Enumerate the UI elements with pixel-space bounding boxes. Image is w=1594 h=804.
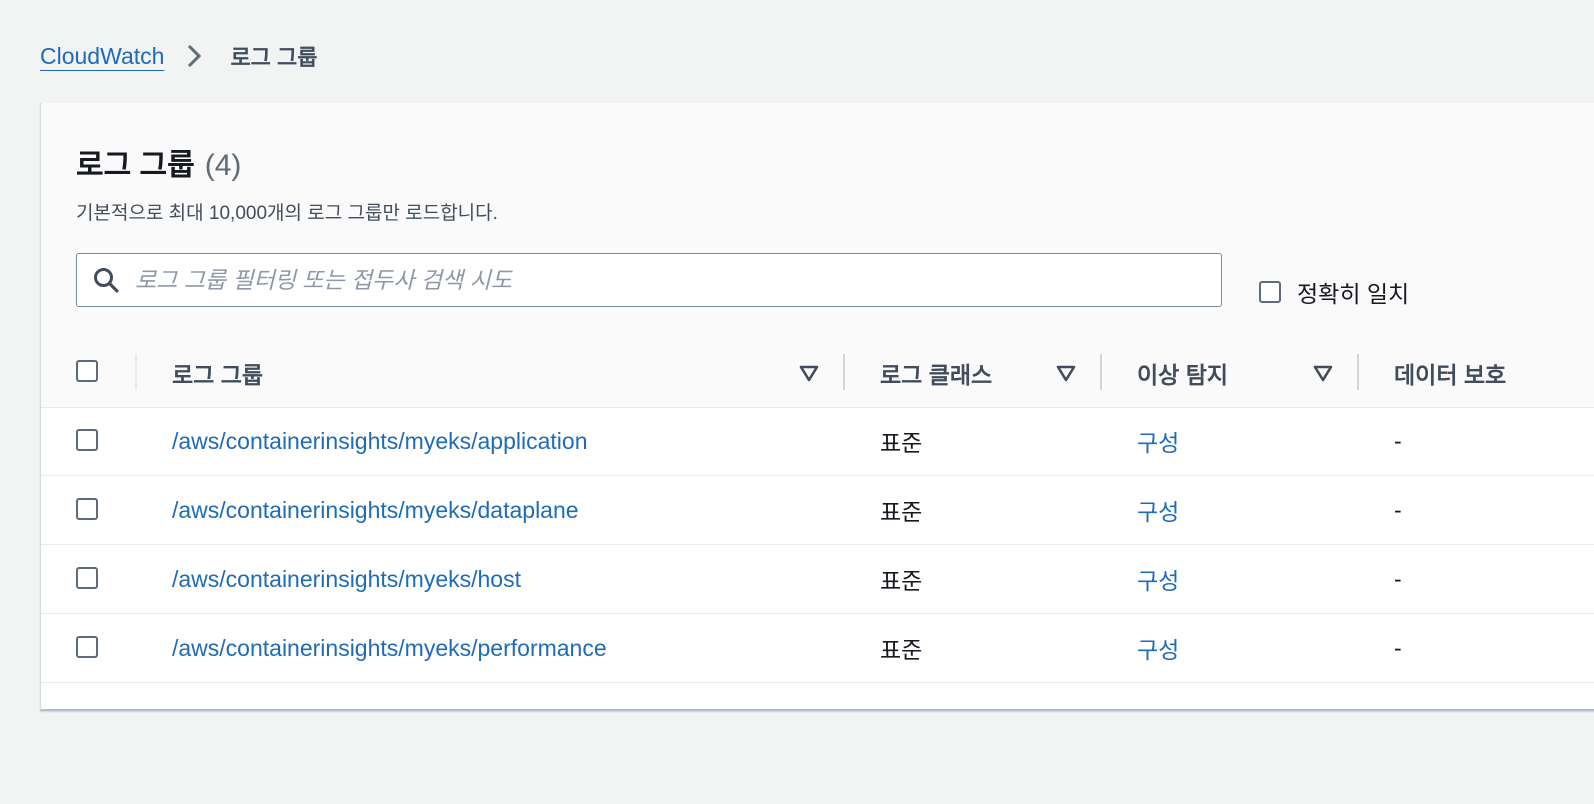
log-groups-panel: 로그 그룹 (4) 기본적으로 최대 10,000개의 로그 그룹만 로드합니다…	[40, 103, 1594, 711]
log-class-cell: 표준	[880, 499, 923, 525]
column-header-log-group[interactable]: 로그 그룹	[172, 338, 263, 407]
panel-title: 로그 그룹 (4)	[76, 140, 241, 184]
log-class-cell: 표준	[880, 568, 923, 594]
row-select-checkbox[interactable]	[76, 636, 98, 658]
anomaly-configure-link[interactable]: 구성	[1137, 476, 1179, 544]
row-select-checkbox[interactable]	[76, 498, 98, 520]
breadcrumb: CloudWatch 로그 그룹	[40, 38, 318, 74]
table-row: /aws/containerinsights/myeks/host 표준 구성 …	[41, 545, 1594, 614]
log-class-cell: 표준	[880, 430, 923, 456]
column-header-log-class[interactable]: 로그 클래스	[880, 338, 992, 407]
search-input[interactable]	[135, 266, 1195, 294]
search-icon	[94, 268, 119, 293]
log-group-link[interactable]: /aws/containerinsights/myeks/application	[172, 407, 587, 475]
table-row: /aws/containerinsights/myeks/application…	[41, 407, 1594, 476]
column-resizer[interactable]	[1357, 354, 1359, 390]
log-group-link[interactable]: /aws/containerinsights/myeks/dataplane	[172, 476, 579, 544]
breadcrumb-current: 로그 그룹	[230, 45, 318, 70]
panel-title-count: (4)	[204, 149, 242, 182]
exact-match-toggle[interactable]: 정확히 일치	[1259, 275, 1409, 309]
sort-triangle-icon[interactable]	[1055, 362, 1077, 384]
anomaly-configure-link[interactable]: 구성	[1137, 545, 1179, 613]
exact-match-checkbox[interactable]	[1259, 281, 1281, 303]
row-select-checkbox[interactable]	[76, 567, 98, 589]
data-protection-cell: -	[1394, 496, 1402, 523]
data-protection-cell: -	[1394, 427, 1402, 454]
column-header-anomaly-detection[interactable]: 이상 탐지	[1137, 338, 1228, 407]
anomaly-configure-link[interactable]: 구성	[1137, 407, 1179, 475]
table-row: /aws/containerinsights/myeks/performance…	[41, 614, 1594, 683]
panel-title-text: 로그 그룹	[76, 149, 195, 182]
data-protection-cell: -	[1394, 565, 1402, 592]
table-row: /aws/containerinsights/myeks/dataplane 표…	[41, 476, 1594, 545]
exact-match-label: 정확히 일치	[1297, 281, 1410, 307]
log-group-link[interactable]: /aws/containerinsights/myeks/performance	[172, 614, 607, 682]
data-protection-cell: -	[1394, 634, 1402, 661]
sort-triangle-icon[interactable]	[798, 362, 820, 384]
row-select-checkbox[interactable]	[76, 429, 98, 451]
log-class-cell: 표준	[880, 637, 923, 663]
column-resizer[interactable]	[843, 354, 845, 390]
breadcrumb-cloudwatch-link[interactable]: CloudWatch	[40, 43, 164, 70]
chevron-right-icon	[188, 44, 202, 68]
sort-triangle-icon[interactable]	[1312, 362, 1334, 384]
log-group-link[interactable]: /aws/containerinsights/myeks/host	[172, 545, 521, 613]
column-divider	[135, 354, 137, 390]
column-resizer[interactable]	[1100, 354, 1102, 390]
anomaly-configure-link[interactable]: 구성	[1137, 614, 1179, 682]
panel-description: 기본적으로 최대 10,000개의 로그 그룹만 로드합니다.	[76, 203, 498, 224]
select-all-checkbox[interactable]	[76, 360, 98, 382]
column-header-data-protection[interactable]: 데이터 보호	[1394, 338, 1506, 407]
panel-header: 로그 그룹 (4) 기본적으로 최대 10,000개의 로그 그룹만 로드합니다…	[41, 103, 1594, 339]
search-box[interactable]	[76, 253, 1222, 307]
table-header: 로그 그룹 로그 클래스 이상 탐지 데이터 보호	[41, 338, 1594, 408]
